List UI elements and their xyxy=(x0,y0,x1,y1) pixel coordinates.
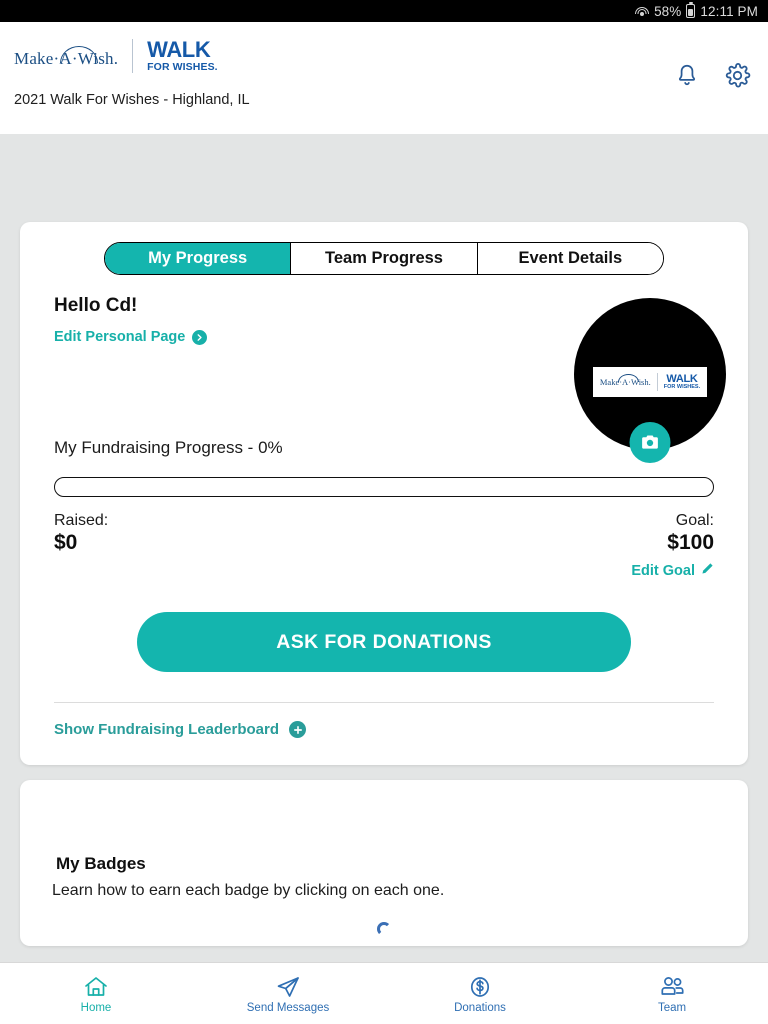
avatar-logo-divider xyxy=(656,373,658,391)
nav-label-team: Team xyxy=(657,1002,687,1014)
status-bar: 58% 12:11 PM xyxy=(0,0,768,22)
tab-event-details[interactable]: Event Details xyxy=(477,243,663,274)
bottom-navigation: Home Send Messages Donations Team xyxy=(0,962,768,1024)
nav-label-home: Home xyxy=(80,1002,112,1014)
home-icon xyxy=(83,973,109,999)
goal-block: Goal: $100 Edit Goal xyxy=(631,512,714,580)
dollar-circle-icon xyxy=(467,973,493,999)
badges-title: My Badges xyxy=(56,854,146,873)
nav-label-donations: Donations xyxy=(454,1002,506,1014)
avatar-walk-logo: WALK FOR WISHES. xyxy=(663,373,701,391)
edit-personal-page-link[interactable]: Edit Personal Page xyxy=(54,329,208,345)
event-name: 2021 Walk For Wishes - Highland, IL xyxy=(14,92,250,108)
avatar-container: Make·A·Wish. WALK FOR WISHES. xyxy=(574,298,726,463)
cta-section: ASK FOR DONATIONS xyxy=(20,612,748,672)
nav-item-team[interactable]: Team xyxy=(576,963,768,1024)
logo-divider xyxy=(132,39,134,73)
wish-star-arc-icon xyxy=(14,45,118,63)
wifi-icon xyxy=(634,5,649,18)
for-wishes-wordmark: FOR WISHES. xyxy=(147,61,218,74)
gear-icon[interactable] xyxy=(724,62,751,90)
nav-item-donations[interactable]: Donations xyxy=(384,963,576,1024)
raised-value: $0 xyxy=(54,531,78,554)
badges-description: Learn how to earn each badge by clicking… xyxy=(52,882,445,899)
avatar-for-wishes-text: FOR WISHES. xyxy=(663,383,701,390)
raised-label: Raised: xyxy=(54,512,109,529)
edit-personal-page-label: Edit Personal Page xyxy=(54,329,186,345)
my-progress-card: My Progress Team Progress Event Details … xyxy=(20,222,748,765)
tab-my-progress[interactable]: My Progress xyxy=(105,243,292,274)
show-leaderboard-link[interactable]: Show Fundraising Leaderboard xyxy=(54,721,307,738)
camera-icon[interactable] xyxy=(629,422,671,463)
goal-value: $100 xyxy=(667,531,714,554)
walk-for-wishes-logo: WALK FOR WISHES. xyxy=(147,39,218,73)
loading-spinner-icon xyxy=(377,922,391,936)
avatar-make-a-wish-text: Make·A·Wish. xyxy=(599,374,651,387)
battery-icon xyxy=(686,2,696,18)
walk-wordmark: WALK xyxy=(147,37,211,63)
avatar-logo-image: Make·A·Wish. WALK FOR WISHES. xyxy=(593,367,707,397)
raised-block: Raised: $0 xyxy=(54,512,108,580)
bell-icon[interactable] xyxy=(674,62,700,90)
nav-item-send-messages[interactable]: Send Messages xyxy=(192,963,384,1024)
nav-label-send-messages: Send Messages xyxy=(246,1002,330,1014)
goal-label: Goal: xyxy=(675,512,714,529)
header-actions xyxy=(674,62,751,90)
app-header: Make·A·Wish. WALK FOR WISHES. 2021 Walk … xyxy=(0,22,768,134)
edit-goal-label: Edit Goal xyxy=(631,563,695,579)
show-leaderboard-label: Show Fundraising Leaderboard xyxy=(54,721,280,738)
pencil-icon xyxy=(700,562,714,580)
brand-logo: Make·A·Wish. WALK FOR WISHES. xyxy=(14,39,218,73)
paper-plane-icon xyxy=(275,973,301,999)
make-a-wish-logo: Make·A·Wish. xyxy=(14,45,118,67)
arrow-right-circle-icon xyxy=(192,329,208,345)
progress-tabs: My Progress Team Progress Event Details xyxy=(104,242,664,275)
ask-for-donations-button[interactable]: ASK FOR DONATIONS xyxy=(137,612,631,672)
section-divider xyxy=(54,702,714,703)
header-top-row: Make·A·Wish. WALK FOR WISHES. xyxy=(14,22,754,90)
page-scroll-area[interactable]: My Progress Team Progress Event Details … xyxy=(0,134,768,962)
battery-percent: 58% xyxy=(654,3,682,19)
plus-circle-icon xyxy=(289,721,307,738)
status-bar-time: 12:11 PM xyxy=(700,3,758,19)
my-badges-card: My Badges Learn how to earn each badge b… xyxy=(20,780,748,946)
tab-team-progress[interactable]: Team Progress xyxy=(291,243,478,274)
nav-item-home[interactable]: Home xyxy=(0,963,192,1024)
edit-goal-link[interactable]: Edit Goal xyxy=(631,562,714,580)
progress-bar xyxy=(54,477,714,497)
people-icon xyxy=(658,973,686,999)
greeting-section: Hello Cd! Edit Personal Page Make·A·Wish… xyxy=(20,295,748,463)
amounts-row: Raised: $0 Goal: $100 Edit Goal xyxy=(54,512,714,580)
